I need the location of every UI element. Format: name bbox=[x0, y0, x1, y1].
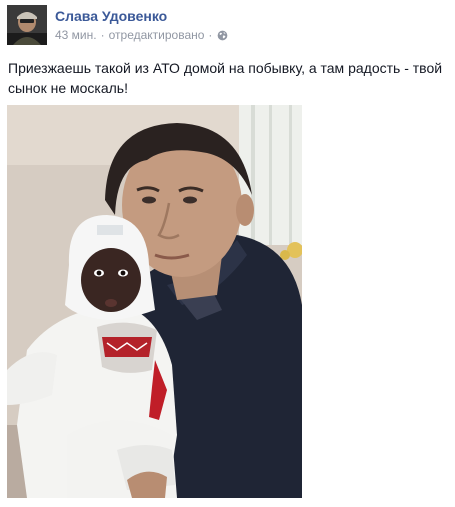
meta-separator: · bbox=[100, 28, 105, 42]
globe-icon[interactable] bbox=[217, 30, 228, 41]
author-avatar[interactable] bbox=[7, 5, 47, 45]
photo-man-holding-baby-icon bbox=[7, 105, 302, 498]
post-timestamp[interactable]: 43 мин. bbox=[55, 28, 97, 42]
facebook-post: Слава Удовенко 43 мин. · отредактировано… bbox=[0, 0, 455, 507]
post-photo[interactable] bbox=[7, 105, 302, 498]
author-name[interactable]: Слава Удовенко bbox=[55, 8, 167, 24]
avatar-icon bbox=[7, 5, 47, 45]
edited-label[interactable]: отредактировано bbox=[109, 28, 205, 42]
post-text: Приезжаешь такой из АТО домой на побывку… bbox=[8, 60, 443, 96]
meta-separator: · bbox=[208, 28, 213, 42]
post-meta: 43 мин. · отредактировано · bbox=[55, 28, 228, 42]
